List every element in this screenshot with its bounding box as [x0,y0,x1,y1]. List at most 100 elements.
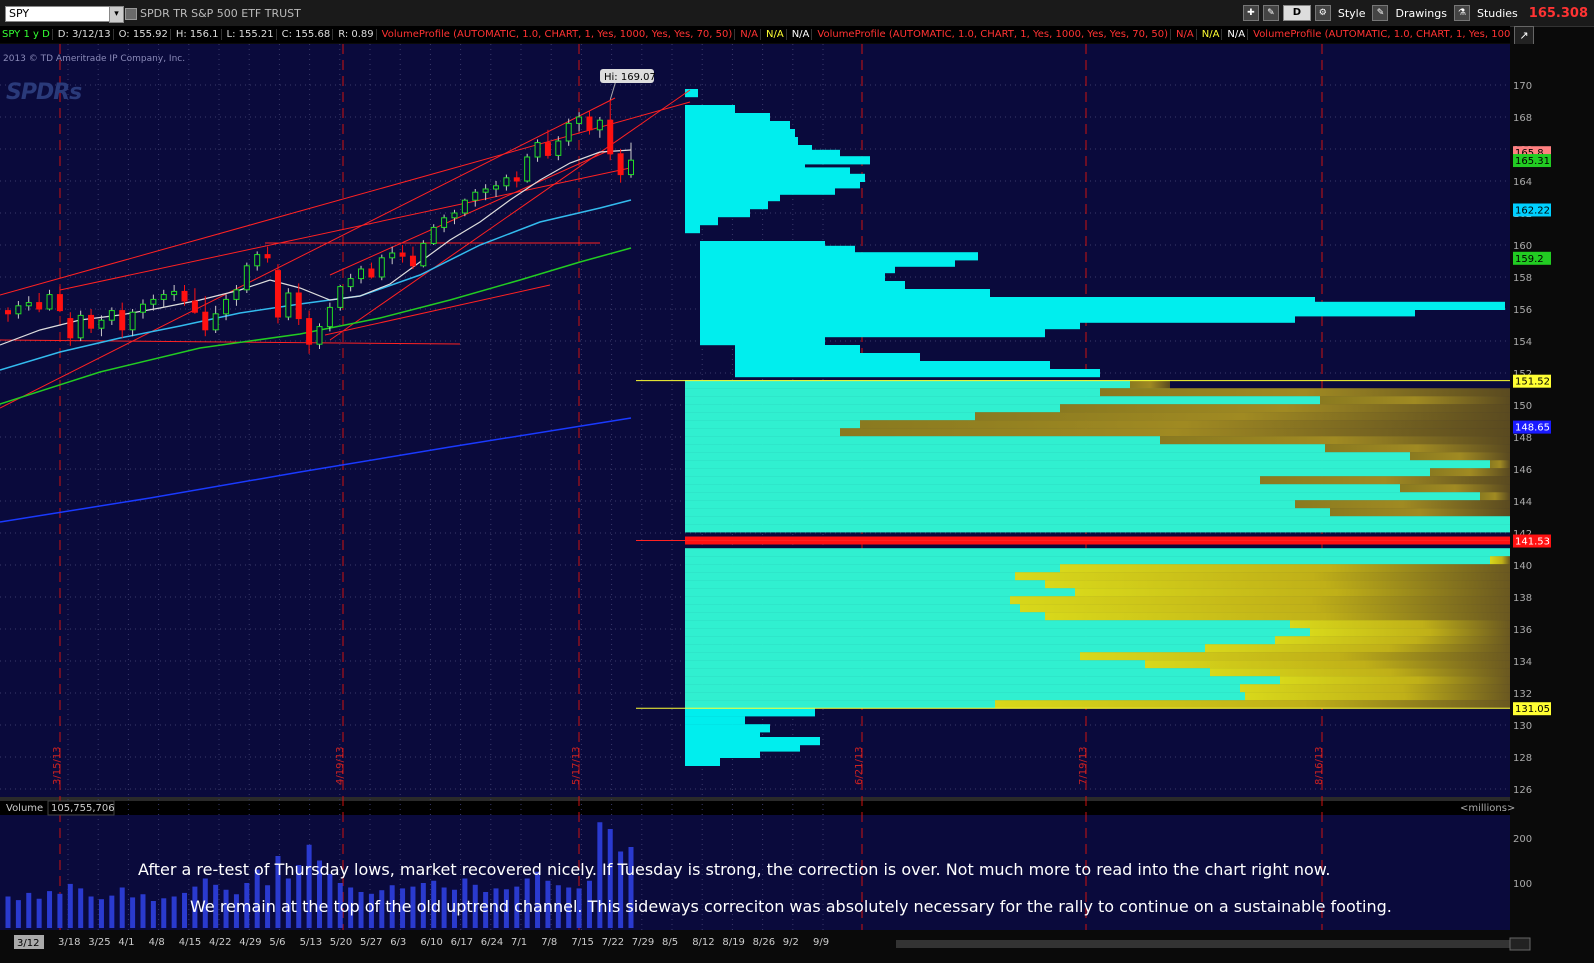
x-tick-label: 5/13 [300,937,322,948]
candle-down[interactable] [56,294,63,312]
candle-down[interactable] [368,268,375,278]
price-chart[interactable]: 1261281301321341361381401421441461481501… [0,0,1594,963]
candle-down[interactable] [544,142,551,156]
x-tick-label: 6/24 [481,937,503,948]
candle-up[interactable] [389,252,396,259]
price-tag: 141.53 [1515,537,1550,548]
candle-down[interactable] [191,300,198,313]
y-tick-label: 164 [1513,177,1532,188]
candle-up[interactable] [212,313,219,331]
candle-up[interactable] [378,257,385,278]
candle-down[interactable] [67,318,74,339]
candle-up[interactable] [430,226,437,244]
candle-up[interactable] [337,286,344,308]
value-area-bar [1490,556,1510,565]
y-tick-label: 134 [1513,657,1532,668]
profile-bar [700,337,825,346]
candle-up[interactable] [150,298,157,305]
zoom-button[interactable] [1509,937,1531,951]
candle-down[interactable] [119,310,126,331]
value-area-bar [840,428,1510,437]
candle-down[interactable] [295,292,302,320]
candle-up[interactable] [472,191,479,201]
candle-down[interactable] [36,302,43,310]
scrollbar[interactable] [896,940,1510,948]
candle-up[interactable] [451,212,458,219]
candle-down[interactable] [399,252,406,257]
candle-up[interactable] [254,254,261,267]
candle-up[interactable] [316,326,323,345]
candle-up[interactable] [534,142,541,158]
candle-down[interactable] [181,290,188,302]
candle-up[interactable] [503,177,510,187]
candle-up[interactable] [233,289,240,300]
candle-up[interactable] [326,306,333,328]
profile-bar [685,716,745,725]
profile-bar [685,412,975,421]
candle-up[interactable] [98,319,105,329]
candle-down[interactable] [586,116,593,131]
candle-down[interactable] [274,270,281,318]
candle-down[interactable] [513,177,520,182]
candle-up[interactable] [441,217,448,228]
candle-up[interactable] [628,159,634,176]
candle-up[interactable] [420,242,427,267]
pane-divider[interactable] [0,797,1510,801]
candle-up[interactable] [285,292,292,318]
value-area-bar [1145,660,1510,669]
volume-tick-label: 200 [1513,834,1532,845]
candle-up[interactable] [46,294,53,310]
candle-down[interactable] [202,311,209,331]
value-area-bar [1240,684,1510,693]
volume-bar [130,897,136,928]
candle-down[interactable] [607,119,614,155]
candle-down[interactable] [306,318,313,345]
profile-bar [685,604,1020,613]
candle-up[interactable] [129,311,136,331]
x-tick-label: 9/9 [813,937,829,948]
candle-up[interactable] [223,298,230,315]
volume-bar [140,894,146,928]
value-area-bar [1045,612,1510,621]
candle-up[interactable] [524,156,531,182]
profile-bar [735,361,1050,370]
candle-up[interactable] [77,314,84,339]
y-tick-label: 170 [1513,81,1532,92]
candle-up[interactable] [108,310,115,321]
candle-up[interactable] [25,302,32,307]
profile-bar [685,484,1400,493]
candle-up[interactable] [576,116,583,124]
candle-down[interactable] [5,310,11,315]
candle-up[interactable] [555,140,562,156]
candle-up[interactable] [493,185,500,190]
candle-up[interactable] [15,305,22,315]
candle-up[interactable] [160,294,167,300]
profile-bar [685,612,1045,621]
candle-up[interactable] [482,188,489,193]
period-marker-label: 3/15/13 [52,746,63,785]
profile-bar [685,113,770,122]
candle-down[interactable] [264,254,271,259]
price-tag: 165.31 [1515,156,1550,167]
candle-up[interactable] [347,278,354,288]
x-tick-label: 4/22 [209,937,231,948]
profile-bar [685,193,780,202]
spdr-logo: SPDRs [6,80,82,105]
candle-up[interactable] [171,290,178,296]
profile-bar [685,652,1080,661]
candle-up[interactable] [461,199,468,214]
candle-up[interactable] [139,303,146,313]
candle-up[interactable] [243,265,250,291]
candle-up[interactable] [565,122,572,142]
profile-bar [700,321,1080,330]
value-area-bar [1400,484,1510,493]
candle-down[interactable] [88,314,95,329]
candle-down[interactable] [409,255,416,267]
profile-bar [685,596,1010,605]
candle-up[interactable] [358,268,365,280]
candle-up[interactable] [596,119,603,131]
volume-label: Volume [6,803,43,814]
y-tick-label: 160 [1513,241,1532,252]
x-tick-label: 8/5 [662,937,678,948]
candle-down[interactable] [617,153,624,176]
